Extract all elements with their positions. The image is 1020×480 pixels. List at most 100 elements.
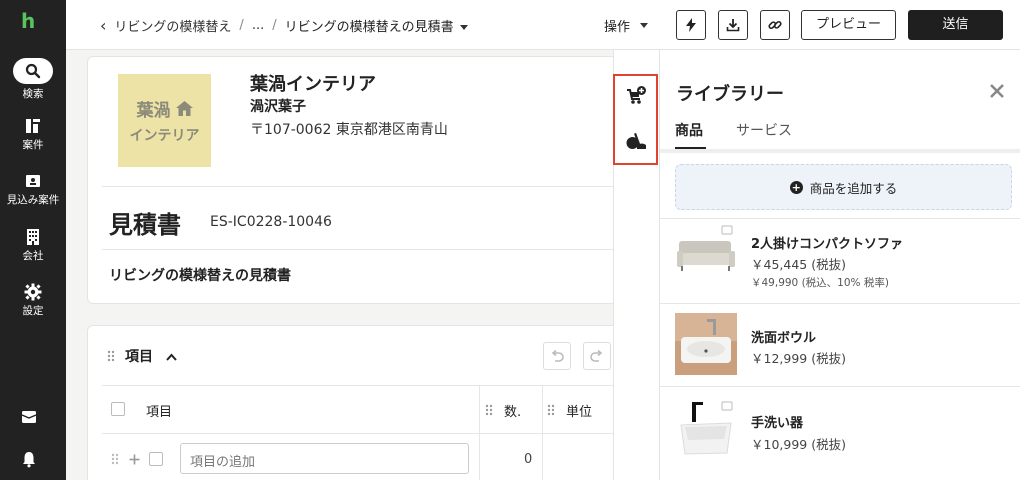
close-icon[interactable]	[989, 83, 1005, 99]
divider	[660, 218, 1020, 219]
nav-label-settings: 設定	[22, 305, 44, 317]
lightning-button[interactable]	[676, 10, 706, 40]
operations-menu[interactable]: 操作	[604, 16, 649, 35]
caret-down-icon	[459, 25, 468, 30]
drag-handle-icon[interactable]	[547, 404, 555, 416]
breadcrumb-separator: /	[272, 18, 277, 33]
chevron-up-icon	[166, 353, 177, 361]
add-product-label: 商品を追加する	[809, 180, 898, 196]
table-divider	[102, 433, 614, 434]
drag-handle-icon[interactable]	[111, 453, 119, 465]
column-divider	[479, 385, 480, 480]
items-section-title[interactable]: 項目	[125, 346, 177, 366]
product-price: ￥12,999 (税抜)	[751, 351, 846, 366]
logo-text-1: 葉渦	[136, 101, 171, 121]
document-header-card: 葉渦 インテリア 葉渦インテリア 渦沢葉子 〒107-0062 東京都港区南青山…	[87, 56, 627, 304]
breadcrumb-ellipsis[interactable]: ...	[252, 18, 264, 33]
download-button[interactable]	[718, 10, 748, 40]
plus-circle-icon: +	[789, 180, 803, 194]
undo-icon	[551, 350, 564, 362]
building-icon	[27, 229, 39, 245]
back-chevron-icon[interactable]: ‹	[100, 16, 106, 35]
nav-label-cases: 案件	[22, 139, 44, 151]
preview-button[interactable]: プレビュー	[801, 10, 896, 40]
product-price: ￥45,445 (税抜)	[751, 257, 846, 272]
company-logo: 葉渦 インテリア	[118, 74, 211, 167]
top-bar: ‹ リビングの模様替え / ... / リビングの模様替えの見積書 操作 プレビ…	[66, 0, 1020, 50]
contact-person: 渦沢葉子	[250, 99, 306, 115]
drag-handle-icon[interactable]	[107, 350, 115, 362]
nav-label-leads: 見込み案件	[6, 194, 60, 206]
divider	[102, 186, 614, 187]
link-icon	[768, 20, 782, 30]
column-divider	[542, 385, 543, 480]
company-address: 〒107-0062 東京都港区南青山	[250, 122, 448, 138]
divider	[660, 386, 1020, 387]
nav-label-companies: 会社	[22, 250, 44, 262]
add-item-input[interactable]: 項目の追加	[180, 443, 469, 474]
app-logo[interactable]: h	[21, 11, 39, 31]
link-button[interactable]	[760, 10, 790, 40]
select-all-checkbox[interactable]	[111, 402, 125, 416]
left-nav: h 検索 案件 見込み案件 会社 設定	[0, 0, 66, 480]
undo-button[interactable]	[543, 342, 571, 370]
column-header-item[interactable]: 項目	[146, 401, 172, 420]
divider	[102, 249, 614, 250]
caret-down-icon	[640, 23, 649, 28]
column-header-unit[interactable]: 単位	[566, 401, 592, 420]
logo-text-2: インテリア	[129, 128, 200, 144]
hand-wash-sink-image	[675, 399, 737, 461]
download-icon	[726, 19, 740, 32]
leads-icon	[26, 175, 40, 187]
operations-label: 操作	[604, 20, 631, 35]
add-product-button[interactable]: + 商品を追加する	[675, 164, 1012, 210]
company-name: 葉渦インテリア	[250, 74, 376, 95]
plus-icon[interactable]	[129, 454, 140, 465]
cases-icon	[26, 119, 40, 133]
inbox-icon[interactable]	[20, 408, 38, 426]
product-name: 洗面ボウル	[751, 331, 817, 346]
bell-icon[interactable]	[20, 450, 38, 468]
nav-item-cases[interactable]: 案件	[0, 117, 66, 152]
redo-icon	[590, 350, 603, 362]
drag-handle-icon[interactable]	[485, 404, 493, 416]
tab-products[interactable]: 商品	[675, 120, 703, 140]
row-checkbox[interactable]	[149, 452, 163, 466]
sofa-image	[675, 223, 737, 285]
nav-item-settings[interactable]: 設定	[0, 283, 66, 318]
home-icon	[175, 101, 193, 116]
basin-image	[675, 313, 737, 375]
redo-button[interactable]	[583, 342, 611, 370]
column-header-qty[interactable]: 数.	[504, 401, 521, 420]
product-price-tax: ￥49,990 (税込、10% 税率)	[751, 277, 889, 289]
nav-item-leads[interactable]: 見込み案件	[0, 172, 66, 207]
divider	[660, 303, 1020, 304]
table-divider	[102, 385, 614, 386]
library-title: ライブラリー	[676, 84, 784, 105]
toolbar-highlight	[613, 74, 658, 165]
breadcrumb-separator: /	[239, 18, 244, 33]
lightning-icon	[686, 18, 696, 32]
active-tab-underline	[675, 147, 706, 149]
nav-item-search[interactable]: 検索	[0, 58, 66, 101]
nav-label-search: 検索	[22, 88, 44, 100]
library-panel: ライブラリー 商品 サービス + 商品を追加する 2人掛けコンパクトソファ ￥4…	[659, 50, 1020, 480]
gear-icon	[24, 283, 42, 301]
tab-services[interactable]: サービス	[736, 120, 792, 140]
document-number: ES-IC0228-10046	[210, 214, 332, 230]
items-title-text: 項目	[125, 349, 153, 365]
product-name: 2人掛けコンパクトソファ	[751, 237, 904, 252]
send-button[interactable]: 送信	[908, 10, 1003, 40]
qty-value[interactable]: 0	[524, 452, 532, 467]
items-card: 項目 項目 数. 単位 項目の追加 0	[87, 325, 627, 480]
tabs-border	[660, 149, 1020, 153]
product-name: 手洗い器	[751, 416, 804, 431]
nav-item-companies[interactable]: 会社	[0, 228, 66, 263]
breadcrumb: ‹ リビングの模様替え / ... / リビングの模様替えの見積書	[100, 16, 468, 35]
breadcrumb-current[interactable]: リビングの模様替えの見積書	[285, 16, 468, 35]
search-icon	[13, 58, 53, 84]
product-price: ￥10,999 (税抜)	[751, 437, 846, 452]
document-title: 見積書	[109, 211, 181, 239]
document-subject[interactable]: リビングの模様替えの見積書	[109, 265, 291, 285]
breadcrumb-parent[interactable]: リビングの模様替え	[114, 16, 231, 35]
